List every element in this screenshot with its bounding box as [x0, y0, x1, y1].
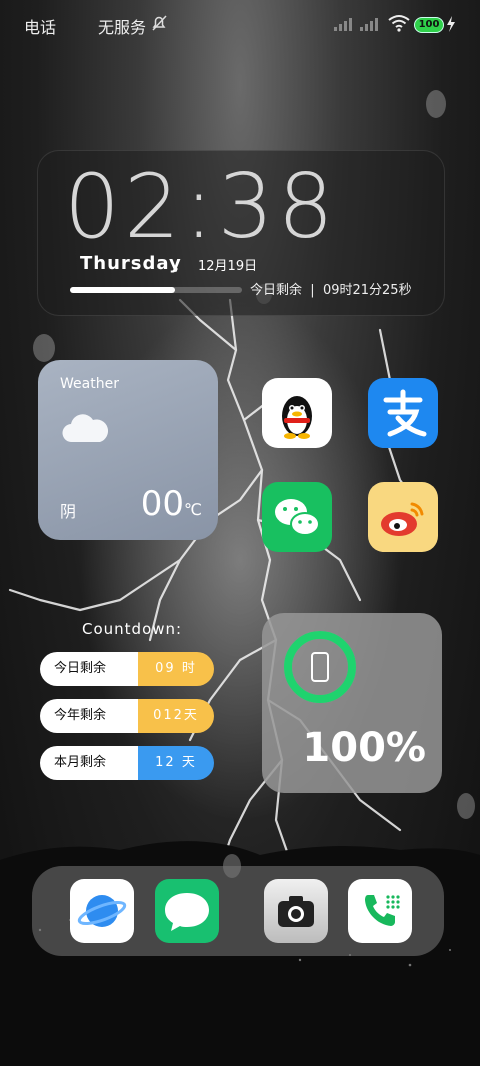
weibo-icon — [381, 502, 424, 536]
battery-percent: 100% — [302, 725, 426, 771]
battery-widget[interactable]: 100% — [262, 613, 442, 793]
countdown-row-year: 今年剩余 012天 — [40, 699, 214, 733]
browser-app[interactable] — [70, 879, 134, 943]
phone-icon — [311, 652, 329, 682]
dock — [32, 866, 444, 956]
battery-status: 100 — [414, 17, 444, 33]
weather-title: Weather — [60, 376, 119, 392]
remaining-divider: | — [310, 283, 315, 298]
day-remaining: 今日剩余 | 09时21分25秒 — [250, 279, 412, 298]
signal-icon-2 — [360, 18, 378, 31]
signal-icon — [334, 18, 352, 31]
alipay-app[interactable] — [368, 378, 438, 448]
muted-bell-icon — [152, 15, 167, 31]
countdown-value: 12 天 — [138, 746, 214, 780]
countdown-label: 本月剩余 — [40, 746, 138, 780]
planet-icon — [77, 895, 127, 927]
chat-bubble-icon — [165, 893, 209, 931]
clock-widget[interactable]: 02:38 Thursday , 12月19日 今日剩余 | 09时21分25秒 — [37, 150, 445, 316]
remaining-label: 今日剩余 — [250, 283, 303, 298]
service-label: 无服务 — [98, 18, 147, 37]
temperature-value: 00 — [140, 484, 185, 524]
weather-temperature: 00℃ — [141, 484, 202, 524]
wechat-app[interactable] — [262, 482, 332, 552]
weather-condition: 阴 — [60, 502, 77, 521]
penguin-icon — [282, 396, 312, 439]
battery-ring — [284, 631, 356, 703]
countdown-value: 012天 — [138, 699, 214, 733]
qq-app[interactable] — [262, 378, 332, 448]
date-label: 12月19日 — [198, 259, 258, 274]
remaining-time: 09时21分25秒 — [322, 283, 412, 298]
phone-app[interactable] — [348, 879, 412, 943]
countdown-value: 09 时 — [138, 652, 214, 686]
countdown-row-month: 本月剩余 12 天 — [40, 746, 214, 780]
countdown-row-day: 今日剩余 09 时 — [40, 652, 214, 686]
countdown-title: Countdown: — [82, 620, 183, 638]
camera-app[interactable] — [264, 879, 328, 943]
charging-icon — [447, 16, 455, 32]
weekday-label: Thursday — [80, 253, 182, 274]
day-progress-bar — [70, 287, 242, 293]
weather-widget[interactable]: Weather 阴 00℃ — [38, 360, 218, 540]
status-bar: 电话 无服务 100 — [0, 0, 480, 48]
messages-app[interactable] — [155, 879, 219, 943]
countdown-label: 今年剩余 — [40, 699, 138, 733]
date-separator: , — [174, 255, 180, 274]
day-progress-fill — [70, 287, 175, 293]
camera-icon — [278, 896, 314, 927]
carrier-label: 电话 — [24, 18, 57, 37]
phone-icon — [365, 895, 400, 926]
weibo-app[interactable] — [368, 482, 438, 552]
wechat-icon — [275, 499, 320, 536]
cloud-icon — [62, 414, 108, 443]
temperature-unit: ℃ — [184, 500, 202, 519]
clock-time: 02:38 — [64, 155, 338, 258]
countdown-label: 今日剩余 — [40, 652, 138, 686]
wifi-icon — [388, 15, 410, 32]
alipay-icon — [383, 389, 427, 437]
